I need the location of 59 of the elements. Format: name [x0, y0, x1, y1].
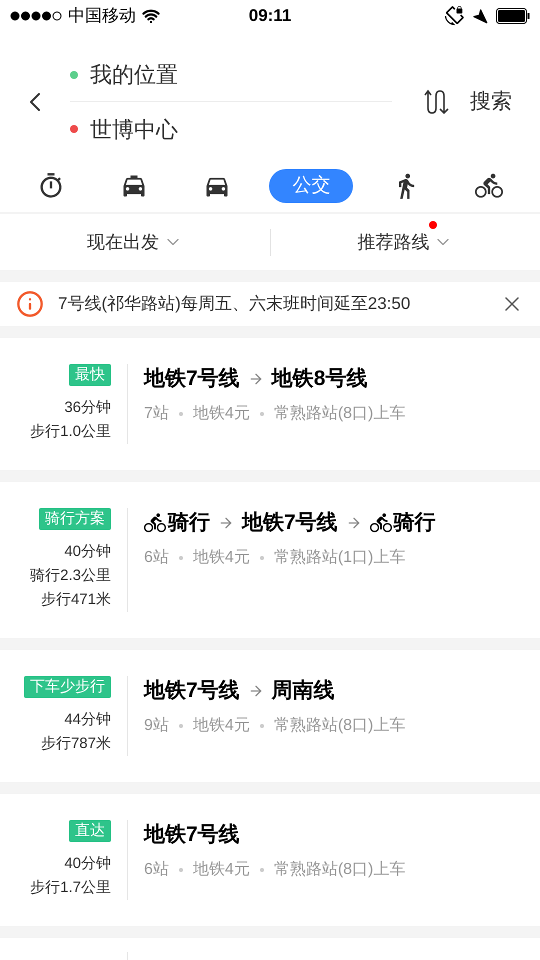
carrier-name: 中国移动	[68, 5, 136, 28]
search-button[interactable]: 搜索	[470, 86, 512, 118]
location-arrow-icon	[472, 8, 488, 24]
rotation-lock-icon	[444, 6, 464, 26]
route-tag: 骑行方案	[39, 508, 111, 530]
place-field[interactable]: 世博中心	[90, 112, 178, 146]
route-stat: 36分钟	[64, 398, 111, 418]
line-name: 周南线	[272, 678, 335, 704]
route-tag: 最快	[69, 364, 111, 386]
clock-time: 09:11	[248, 5, 292, 28]
cyclist-icon	[144, 512, 166, 534]
route-tag: 下车少步行	[24, 676, 111, 698]
route-card[interactable]: 骑行方案 40分钟 骑行2.3公里 步行471米 骑行 地铁7号线 骑行 6站 地铁4元 常熟路站(1口)上车	[0, 482, 540, 638]
arrow-icon	[248, 371, 264, 387]
mode-tab[interactable]: 公交	[269, 169, 354, 203]
route-detail: 6站	[144, 860, 169, 880]
arrow-icon	[248, 683, 264, 699]
route-detail: 常熟路站(8口)上车	[274, 404, 406, 424]
route-stat: 步行1.0公里	[30, 422, 111, 442]
route-stat: 步行787米	[40, 734, 111, 754]
info-icon	[16, 290, 44, 318]
line-name: 地铁7号线	[144, 678, 240, 704]
route-detail: 常熟路站(8口)上车	[274, 716, 406, 736]
notice-text: 7号线(祁华路站)每周五、六末班时间延至23:50	[58, 293, 412, 316]
route-stat: 40分钟	[64, 854, 111, 874]
route-detail: 9站	[144, 716, 169, 736]
filter-dropdown[interactable]: 推荐路线	[357, 228, 454, 256]
signal-icon	[10, 11, 62, 21]
line-name: 地铁8号线	[272, 366, 368, 392]
cyclist-icon	[370, 512, 392, 534]
route-tag: 直达	[69, 820, 111, 842]
route-detail: 地铁4元	[192, 716, 250, 736]
route-detail: 常熟路站(1口)上车	[274, 548, 406, 568]
route-detail: 地铁4元	[192, 548, 250, 568]
route-stat: 步行471米	[40, 590, 111, 610]
filter-dropdown[interactable]: 现在出发	[86, 228, 183, 256]
route-stat: 40分钟	[64, 542, 111, 562]
wifi-icon	[142, 7, 160, 25]
line-name: 骑行	[168, 510, 210, 536]
route-card[interactable]: 直达 40分钟 步行1.7公里 地铁7号线 6站 地铁4元 常熟路站(8口)上车	[0, 794, 540, 926]
place-field[interactable]: 我的位置	[90, 58, 178, 91]
battery-icon	[496, 8, 530, 24]
route-detail: 常熟路站(8口)上车	[274, 860, 406, 880]
route-card[interactable]: 最快 36分钟 步行1.0公里 地铁7号线 地铁8号线 7站 地铁4元 常熟路站(8口)上车	[0, 338, 540, 470]
route-stat: 步行1.7公里	[30, 878, 111, 898]
line-name: 骑行	[394, 510, 436, 536]
route-card[interactable]: 下车少步行 44分钟 步行787米 地铁7号线 周南线 9站 地铁4元 常熟路站(8口)上车	[0, 650, 540, 782]
line-name: 地铁7号线	[242, 510, 338, 536]
route-detail: 7站	[144, 404, 169, 424]
arrow-icon	[218, 515, 234, 531]
route-detail: 地铁4元	[192, 860, 250, 880]
arrow-icon	[346, 515, 362, 531]
route-stat: 44分钟	[64, 710, 111, 730]
route-stat: 骑行2.3公里	[30, 566, 111, 586]
route-detail: 6站	[144, 548, 169, 568]
line-name: 地铁7号线	[144, 822, 240, 848]
cyclist-icon	[474, 172, 503, 200]
route-detail: 地铁4元	[192, 404, 250, 424]
line-name: 地铁7号线	[144, 366, 240, 392]
